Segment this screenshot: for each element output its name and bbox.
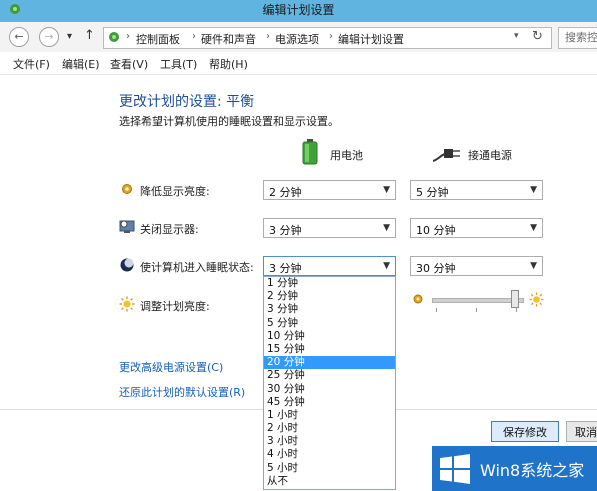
title-bar: 编辑计划设置 [0,0,597,22]
select-value: 3 分钟 [269,224,302,237]
dropdown-option[interactable]: 5 小时 [264,462,395,475]
turn-off-display-label: 关闭显示器: [140,223,199,236]
dim-display-icon [122,184,132,194]
turn-off-display-plugged-select[interactable]: 10 分钟 ▼ [410,218,543,238]
brightness-high-icon [529,292,544,307]
select-value: 3 分钟 [269,262,302,275]
brightness-sun-icon [119,296,135,312]
dropdown-option[interactable]: 15 分钟 [264,343,395,356]
dropdown-option[interactable]: 25 分钟 [264,369,395,382]
dropdown-option[interactable]: 从不 [264,475,395,488]
select-value: 5 分钟 [416,186,449,199]
plugged-in-column-label: 接通电源 [468,149,512,162]
dropdown-option[interactable]: 10 分钟 [264,330,395,343]
windows-logo-icon [440,454,470,484]
dropdown-option[interactable]: 45 分钟 [264,396,395,409]
address-dropdown-icon[interactable]: ▾ [514,31,519,41]
brightness-low-icon [413,294,423,304]
breadcrumb-edit-plan[interactable]: 编辑计划设置 [338,31,404,47]
refresh-icon[interactable]: ↻ [532,29,543,44]
slider-tick [436,308,437,312]
battery-column-label: 用电池 [330,149,363,162]
menu-bar: 文件(F) 编辑(E) 查看(V) 工具(T) 帮助(H) [0,52,597,75]
forward-button[interactable]: → [39,27,59,47]
breadcrumb-power-options[interactable]: 电源选项 [275,31,319,47]
sleep-battery-select[interactable]: 3 分钟 ▼ [263,256,396,276]
chevron-down-icon: ▼ [383,185,390,195]
address-bar[interactable]: › 控制面板 › 硬件和声音 › 电源选项 › 编辑计划设置 ▾ ↻ [103,27,552,49]
restore-defaults-link[interactable]: 还原此计划的默认设置(R) [119,384,245,400]
menu-edit[interactable]: 编辑(E) [62,56,100,72]
menu-tools[interactable]: 工具(T) [160,56,197,72]
brightness-slider-thumb[interactable] [511,290,519,308]
save-button[interactable]: 保存修改 [491,421,559,442]
dropdown-option[interactable]: 20 分钟 [264,356,395,370]
chevron-down-icon: ▼ [530,185,537,195]
monitor-icon [119,220,135,233]
sleep-plugged-select[interactable]: 30 分钟 ▼ [410,256,543,276]
up-button[interactable]: ↑ [84,28,95,43]
menu-view[interactable]: 查看(V) [110,56,148,72]
chevron-down-icon: ▼ [530,261,537,271]
window-title: 编辑计划设置 [262,3,335,17]
page-title: 更改计划的设置: 平衡 [119,94,255,110]
dropdown-option[interactable]: 2 小时 [264,422,395,435]
breadcrumb-separator-icon: › [329,31,333,42]
chevron-down-icon: ▼ [530,223,537,233]
sleep-label: 使计算机进入睡眠状态: [140,261,254,274]
dropdown-option[interactable]: 4 小时 [264,448,395,461]
navigation-bar: ← → ▾ ↑ › 控制面板 › 硬件和声音 › 电源选项 › 编辑计划设置 ▾… [0,22,597,52]
slider-tick [516,308,517,312]
select-value: 10 分钟 [416,224,456,237]
select-value: 30 分钟 [416,262,456,275]
breadcrumb-separator-icon: › [126,31,130,42]
brightness-label: 调整计划亮度: [140,300,210,313]
turn-off-display-battery-select[interactable]: 3 分钟 ▼ [263,218,396,238]
sleep-battery-dropdown-list[interactable]: 1 分钟 2 分钟 3 分钟 5 分钟 10 分钟 15 分钟 20 分钟 25 分钟 30 分… [263,276,396,490]
select-value: 2 分钟 [269,186,302,199]
dropdown-option[interactable]: 1 分钟 [264,277,395,290]
dim-display-battery-select[interactable]: 2 分钟 ▼ [263,180,396,200]
dropdown-option[interactable]: 5 分钟 [264,317,395,330]
search-input[interactable]: 搜索控制 [558,27,597,49]
breadcrumb-separator-icon: › [192,31,196,42]
cancel-button[interactable]: 取消 [566,421,597,442]
dropdown-option[interactable]: 1 小时 [264,409,395,422]
sleep-moon-icon [120,258,134,272]
battery-icon [302,139,318,165]
recent-pages-icon[interactable]: ▾ [67,31,72,42]
power-plug-icon [433,149,460,162]
dropdown-option[interactable]: 30 分钟 [264,383,395,396]
advanced-settings-link[interactable]: 更改高级电源设置(C) [119,359,223,375]
menu-file[interactable]: 文件(F) [13,56,50,72]
dropdown-option[interactable]: 3 小时 [264,435,395,448]
watermark-text: Win8系统之家 [480,461,585,480]
back-button[interactable]: ← [9,27,29,47]
breadcrumb-control-panel[interactable]: 控制面板 [136,31,180,47]
watermark-banner: Win8系统之家 [432,446,597,491]
breadcrumb-separator-icon: › [266,31,270,42]
breadcrumb-hardware-sound[interactable]: 硬件和声音 [201,31,256,47]
dropdown-option[interactable]: 2 分钟 [264,290,395,303]
menu-help[interactable]: 帮助(H) [209,56,248,72]
chevron-down-icon: ▼ [383,261,390,271]
dim-display-label: 降低显示亮度: [140,185,210,198]
slider-tick [476,308,477,312]
chevron-down-icon: ▼ [383,223,390,233]
page-subtitle: 选择希望计算机使用的睡眠设置和显示设置。 [119,115,339,128]
dropdown-option[interactable]: 3 分钟 [264,303,395,316]
control-panel-icon [109,32,119,42]
dim-display-plugged-select[interactable]: 5 分钟 ▼ [410,180,543,200]
